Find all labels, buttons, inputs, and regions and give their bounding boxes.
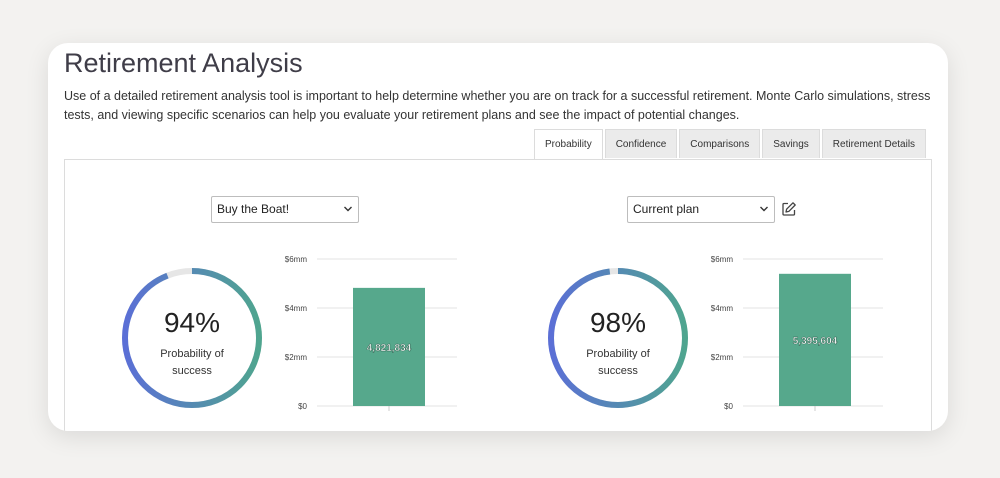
tab-savings[interactable]: Savings bbox=[762, 129, 820, 158]
tab-bar: Probability Confidence Comparisons Savin… bbox=[534, 129, 928, 159]
tab-comparisons[interactable]: Comparisons bbox=[679, 129, 761, 158]
y-tick-label: $2mm bbox=[711, 353, 734, 362]
chevron-down-icon bbox=[344, 206, 352, 212]
probability-label-line1: Probability of bbox=[160, 348, 224, 360]
probability-label-left: Probability of success bbox=[121, 346, 263, 380]
y-tick-label: $6mm bbox=[711, 255, 734, 264]
bar-chart-left: $0 $2mm $4mm $6mm 4,821,834 bbox=[285, 255, 457, 411]
chevron-down-icon bbox=[760, 206, 768, 212]
y-tick-label: $6mm bbox=[285, 255, 308, 264]
y-tick-label: $0 bbox=[298, 402, 307, 411]
scenario-select-right[interactable]: Current plan bbox=[627, 196, 775, 223]
probability-percent-left: 94% bbox=[163, 307, 221, 338]
probability-panel: Buy the Boat! 94% Probability of success… bbox=[64, 159, 932, 431]
tab-retirement-details[interactable]: Retirement Details bbox=[821, 129, 927, 158]
tab-confidence[interactable]: Confidence bbox=[604, 129, 678, 158]
probability-label-line1: Probability of bbox=[586, 348, 650, 360]
y-tick-label: $4mm bbox=[285, 304, 308, 313]
scenario-select-right-value: Current plan bbox=[633, 202, 700, 216]
probability-label-right: Probability of success bbox=[547, 346, 689, 380]
bar-chart-right: $0 $2mm $4mm $6mm 5,395,604 bbox=[711, 255, 883, 411]
scenario-select-left-value: Buy the Boat! bbox=[217, 202, 290, 216]
bar-data-label: 5,395,604 bbox=[793, 336, 838, 347]
scenario-select-left[interactable]: Buy the Boat! bbox=[211, 196, 359, 223]
y-tick-label: $4mm bbox=[711, 304, 734, 313]
edit-icon[interactable] bbox=[781, 201, 797, 217]
page-description: Use of a detailed retirement analysis to… bbox=[64, 89, 931, 122]
y-tick-label: $0 bbox=[724, 402, 733, 411]
probability-percent-right: 98% bbox=[589, 307, 647, 338]
probability-label-line2: success bbox=[598, 365, 638, 377]
bar-data-label: 4,821,834 bbox=[367, 343, 412, 354]
y-tick-label: $2mm bbox=[285, 353, 308, 362]
retirement-analysis-card: Retirement Analysis Use of a detailed re… bbox=[48, 43, 948, 431]
probability-label-line2: success bbox=[172, 365, 212, 377]
tab-probability[interactable]: Probability bbox=[534, 129, 603, 159]
page-title: Retirement Analysis bbox=[64, 48, 303, 78]
